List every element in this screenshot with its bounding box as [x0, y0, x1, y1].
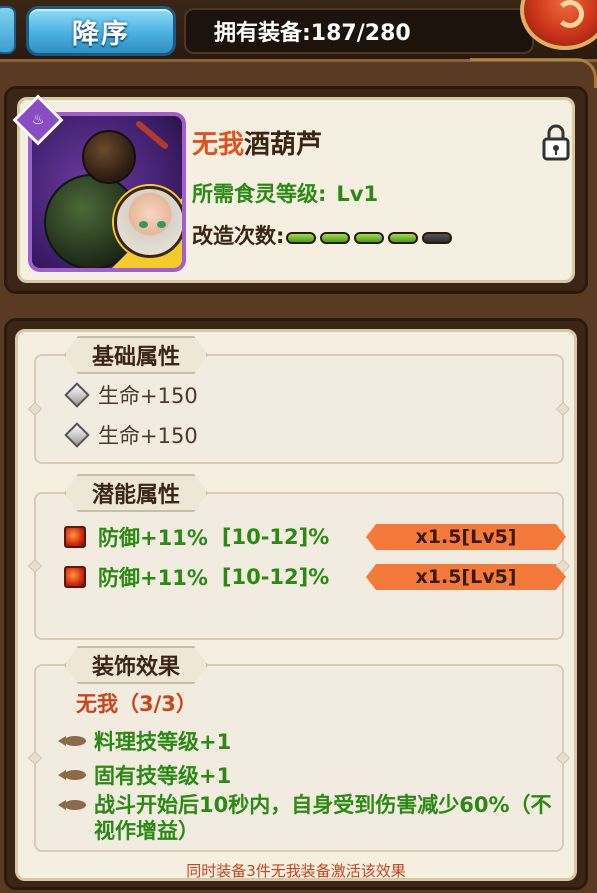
effect-text: 战斗开始后10秒内，自身受到伤害减少60%（不视作增益）	[94, 793, 552, 843]
base-attribute-text: 生命+150	[98, 424, 198, 448]
multiplier-badge: x1.5[Lv5]	[366, 524, 566, 550]
effect-row: 料理技等级+1	[58, 726, 232, 756]
required-level: 所需食灵等级: Lv1	[192, 178, 378, 208]
equipment-item-name: 酒葫芦	[244, 130, 323, 160]
decoration-effects-title: 装饰效果	[64, 646, 208, 684]
potential-stat: 防御+11%	[98, 566, 208, 590]
fish-bullet-icon	[58, 770, 86, 780]
multiplier-badge: x1.5[Lv5]	[366, 564, 566, 590]
effect-text: 料理技等级+1	[94, 730, 232, 754]
decoration-effects-section: 装饰效果 无我（3/3） 料理技等级+1 固有技等级+1 战斗开始后10秒内，自…	[34, 664, 564, 852]
effect-text: 固有技等级+1	[94, 764, 232, 788]
effect-row: 战斗开始后10秒内，自身受到伤害减少60%（不视作增益）	[58, 792, 564, 844]
equipment-count: 拥有装备:187/280	[184, 8, 534, 54]
equipment-card-inner: ♨ 无我酒葫芦 所需食灵等级: Lv1 改造次数:	[12, 94, 575, 283]
base-attribute-row: 生命+150	[64, 380, 198, 410]
gourd-cord-illustration	[134, 119, 170, 151]
effect-row: 固有技等级+1	[58, 760, 232, 790]
equipment-name: 无我酒葫芦	[192, 124, 322, 161]
equipment-portrait	[28, 112, 186, 272]
lock-icon[interactable]	[540, 122, 572, 162]
equipment-set-name: 无我	[192, 130, 245, 160]
refine-progress	[286, 232, 456, 244]
diamond-icon	[64, 382, 90, 408]
gourd-top-illustration	[82, 130, 136, 184]
base-attributes-section: 基础属性 生命+150 生命+150	[34, 354, 564, 464]
fish-bullet-icon	[58, 800, 86, 810]
potential-attributes-title: 潜能属性	[64, 474, 208, 512]
attributes-panel-inner: 基础属性 生命+150 生命+150 潜能属性 防御+11% [10-12]% …	[15, 329, 577, 881]
potential-attributes-section: 潜能属性 防御+11% [10-12]% x1.5[Lv5] 防御+11% [1…	[34, 492, 564, 640]
refine-count: 改造次数:	[192, 220, 456, 250]
base-attributes-title: 基础属性	[64, 336, 208, 374]
refine-pip-filled	[320, 232, 351, 244]
potential-range: [10-12]%	[221, 525, 330, 549]
refine-pip-empty	[422, 232, 453, 244]
required-level-value: Lv1	[336, 182, 379, 206]
required-level-label: 所需食灵等级:	[192, 182, 327, 206]
refine-pip-filled	[354, 232, 385, 244]
base-attribute-row: 生命+150	[64, 420, 198, 450]
character-avatar	[114, 186, 182, 258]
fish-bullet-icon	[58, 736, 86, 746]
attributes-panel: 基础属性 生命+150 生命+150 潜能属性 防御+11% [10-12]% …	[4, 318, 588, 890]
sort-button[interactable]: 降序	[26, 6, 176, 56]
fire-gem-icon	[64, 566, 86, 588]
potential-range: [10-12]%	[221, 565, 330, 589]
decorative-ornament	[470, 58, 597, 88]
potential-stat: 防御+11%	[98, 526, 208, 550]
diamond-icon	[64, 422, 90, 448]
left-tab-button[interactable]	[0, 6, 16, 54]
potential-attribute-row: 防御+11% [10-12]%	[64, 522, 329, 552]
potential-attribute-row: 防御+11% [10-12]%	[64, 562, 329, 592]
refine-count-label: 改造次数:	[192, 224, 285, 248]
equipment-card: ♨ 无我酒葫芦 所需食灵等级: Lv1 改造次数:	[4, 86, 588, 294]
top-bar: 降序 拥有装备:187/280	[0, 0, 597, 62]
set-bonus-name: 无我（3/3）	[76, 692, 197, 716]
fire-gem-icon	[64, 526, 86, 548]
refine-pip-filled	[388, 232, 419, 244]
base-attribute-text: 生命+150	[98, 384, 198, 408]
set-activation-note: 同时装备3件无我装备激活该效果	[186, 862, 406, 880]
refine-pip-filled	[286, 232, 317, 244]
